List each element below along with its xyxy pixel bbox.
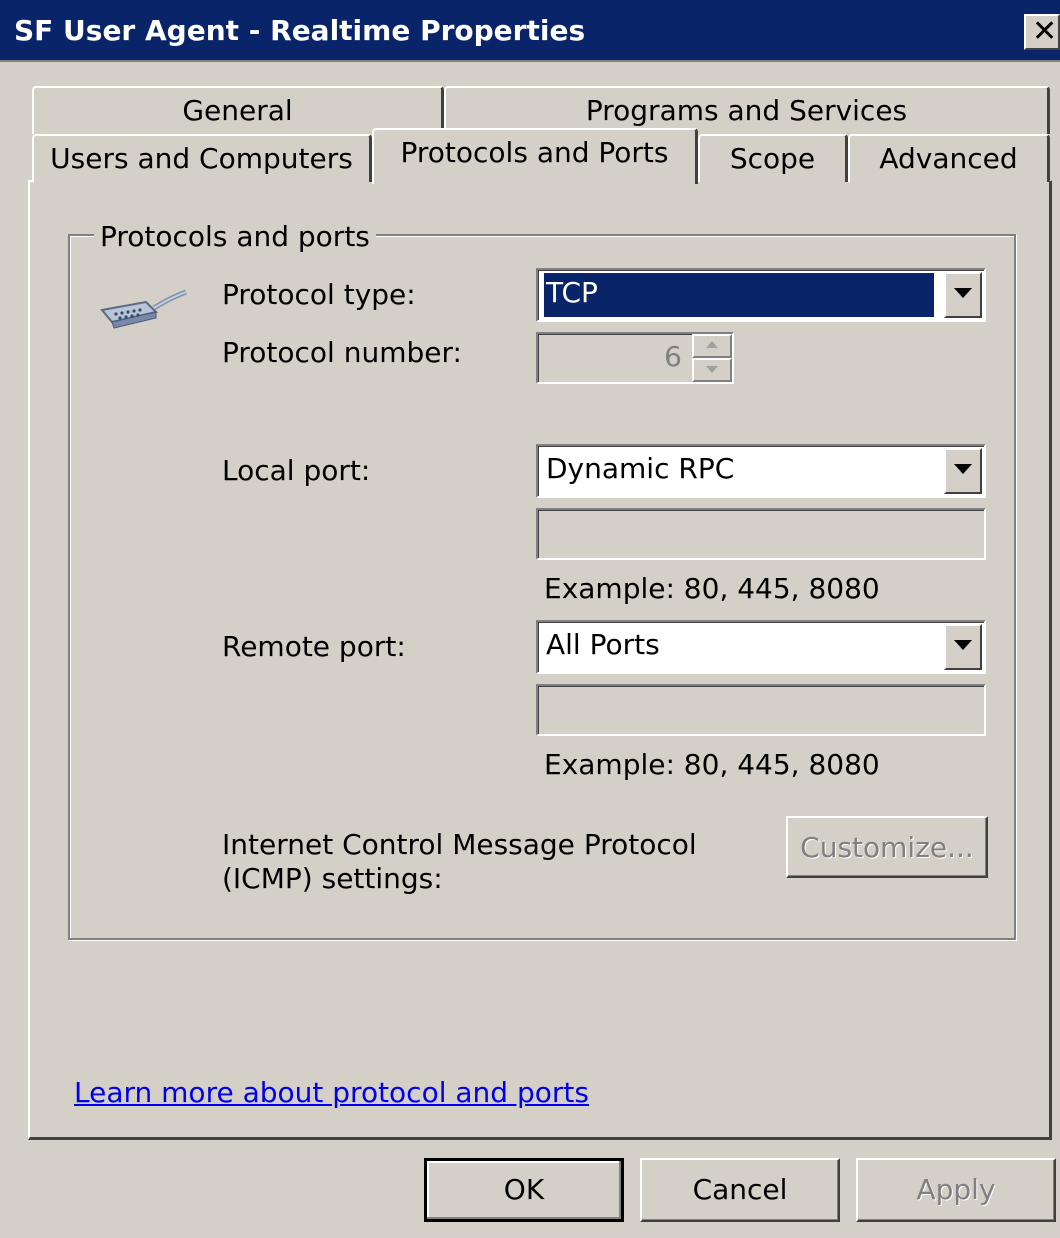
local-port-label: Local port: (222, 454, 371, 487)
remote-port-label: Remote port: (222, 630, 406, 663)
cancel-label: Cancel (692, 1173, 788, 1206)
apply-label: Apply (916, 1173, 996, 1206)
protocol-number-stepper[interactable]: 6 (536, 332, 734, 384)
customize-label: Customize... (800, 831, 974, 864)
tab-programs-and-services[interactable]: Programs and Services (444, 86, 1050, 134)
spin-buttons (692, 334, 732, 382)
remote-port-example: Example: 80, 445, 8080 (544, 748, 880, 781)
tab-general[interactable]: General (32, 86, 444, 134)
chevron-down-icon[interactable] (944, 624, 982, 670)
remote-port-value: All Ports (546, 628, 660, 661)
tab-label: General (182, 94, 293, 127)
spin-up-icon[interactable] (692, 334, 732, 358)
tab-label: Protocols and Ports (400, 136, 669, 169)
local-port-example: Example: 80, 445, 8080 (544, 572, 880, 605)
tab-label: Programs and Services (585, 94, 908, 127)
local-port-value: Dynamic RPC (546, 452, 735, 485)
protocol-type-value: TCP (544, 273, 934, 317)
apply-button[interactable]: Apply (856, 1158, 1056, 1222)
ok-label: OK (503, 1173, 545, 1206)
window-title: SF User Agent - Realtime Properties (14, 14, 586, 47)
remote-port-select[interactable]: All Ports (536, 620, 986, 674)
tab-label: Users and Computers (50, 142, 353, 175)
tab-protocols-and-ports[interactable]: Protocols and Ports (372, 128, 698, 184)
close-button[interactable]: ✕ (1024, 14, 1060, 50)
cancel-button[interactable]: Cancel (640, 1158, 840, 1222)
icmp-label-line2: (ICMP) settings: (222, 862, 443, 895)
protocol-type-select[interactable]: TCP (536, 268, 986, 322)
learn-more-link[interactable]: Learn more about protocol and ports (74, 1076, 589, 1109)
title-bar: SF User Agent - Realtime Properties ✕ (0, 0, 1060, 62)
serial-cable-icon (100, 284, 190, 340)
local-port-input[interactable] (536, 508, 986, 560)
protocol-number-label: Protocol number: (222, 336, 462, 369)
tab-label: Scope (729, 142, 816, 175)
close-icon: ✕ (1032, 14, 1058, 49)
local-port-select[interactable]: Dynamic RPC (536, 444, 986, 498)
customize-button[interactable]: Customize... (786, 816, 988, 878)
protocol-type-label: Protocol type: (222, 278, 416, 311)
spin-down-icon[interactable] (692, 358, 732, 382)
ok-button[interactable]: OK (424, 1158, 624, 1222)
chevron-down-icon[interactable] (944, 272, 982, 318)
protocol-number-value: 6 (664, 340, 682, 373)
tab-label: Advanced (879, 142, 1018, 175)
chevron-down-icon[interactable] (944, 448, 982, 494)
tab-advanced[interactable]: Advanced (848, 134, 1050, 182)
tab-scope[interactable]: Scope (698, 134, 848, 182)
tab-users-and-computers[interactable]: Users and Computers (32, 134, 372, 182)
remote-port-input[interactable] (536, 684, 986, 736)
icmp-label-line1: Internet Control Message Protocol (222, 828, 697, 861)
group-title: Protocols and ports (94, 220, 376, 253)
